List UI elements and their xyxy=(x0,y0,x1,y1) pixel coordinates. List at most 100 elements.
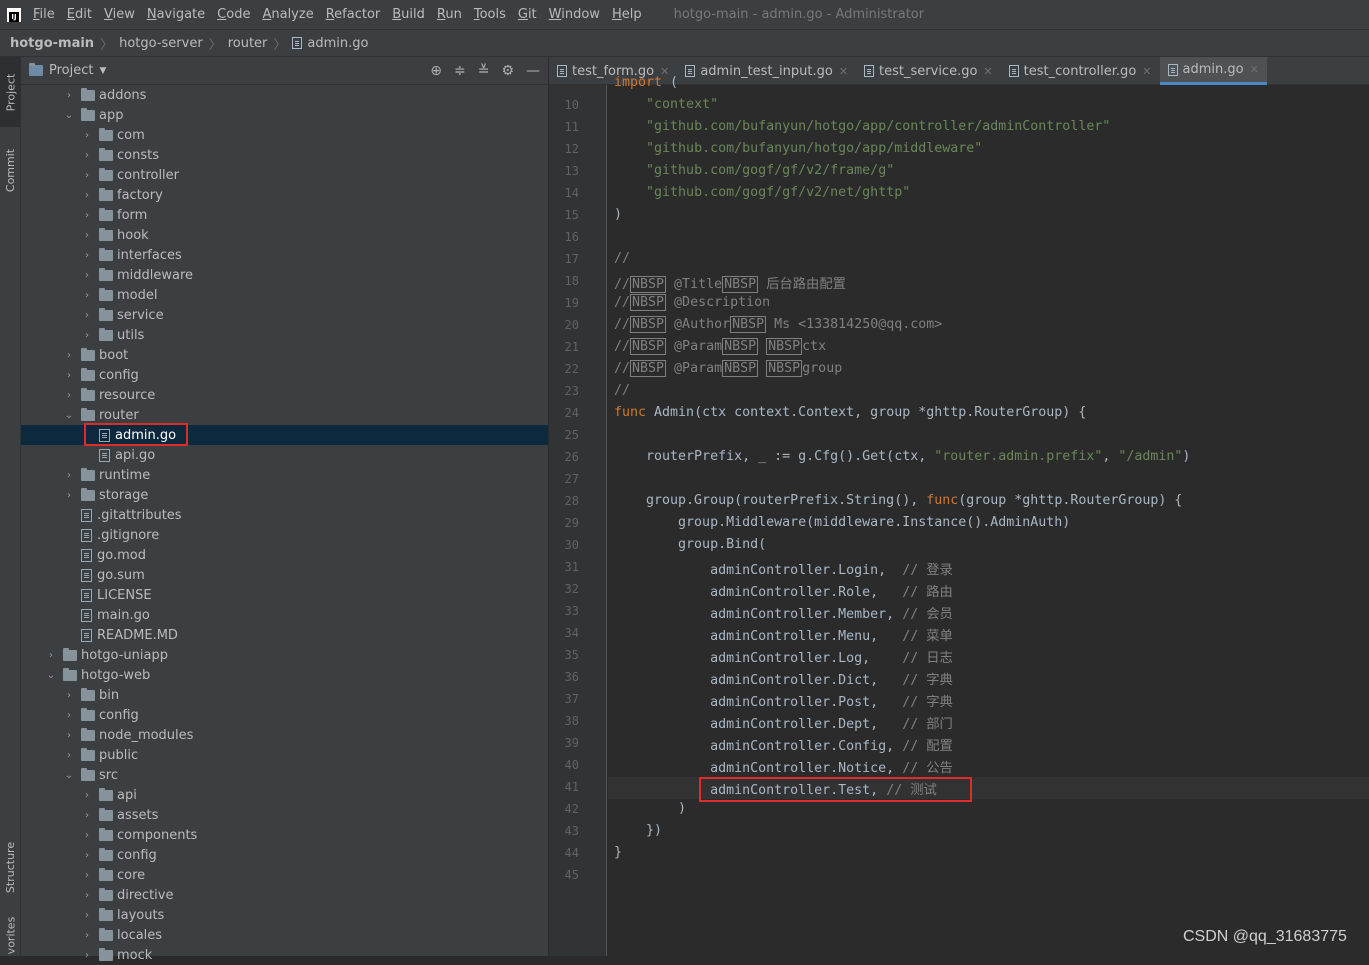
tree-item[interactable]: › hook xyxy=(21,225,548,245)
project-panel-title[interactable]: Project xyxy=(49,63,93,78)
chevron-right-icon[interactable]: › xyxy=(81,790,93,801)
chevron-right-icon[interactable]: › xyxy=(81,870,93,881)
code-line[interactable]: adminController.Login, // 登录 xyxy=(614,559,953,578)
tool-tab-project[interactable]: Project xyxy=(0,57,21,127)
code-line[interactable]: // xyxy=(614,251,630,266)
locate-icon[interactable]: ⊕ xyxy=(430,63,442,79)
tree-item[interactable]: › controller xyxy=(21,165,548,185)
menu-item-navigate[interactable]: Navigate xyxy=(141,0,211,29)
tree-item[interactable]: › node_modules xyxy=(21,725,548,745)
code-area[interactable]: import (10 "context" 11 "github.com/bufan… xyxy=(565,75,1369,956)
chevron-right-icon[interactable]: › xyxy=(81,150,93,161)
chevron-right-icon[interactable]: › xyxy=(45,650,57,661)
chevron-right-icon[interactable]: › xyxy=(81,130,93,141)
tree-item[interactable]: go.sum xyxy=(21,565,548,585)
collapse-all-icon[interactable]: ≚ xyxy=(478,63,490,79)
gear-icon[interactable]: ⚙ xyxy=(501,63,514,79)
tree-item[interactable]: › assets xyxy=(21,805,548,825)
chevron-down-icon[interactable]: ⌄ xyxy=(63,110,75,121)
editor-tab[interactable]: test_service.go ✕ xyxy=(856,57,1001,85)
chevron-right-icon[interactable]: › xyxy=(81,910,93,921)
tree-item[interactable]: ⌄ hotgo-web xyxy=(21,665,548,685)
chevron-right-icon[interactable]: › xyxy=(81,950,93,961)
code-line[interactable]: }) xyxy=(614,823,662,838)
code-line[interactable]: group.Bind( xyxy=(614,537,766,552)
tree-item[interactable]: › layouts xyxy=(21,905,548,925)
tree-item[interactable]: › mock xyxy=(21,945,548,965)
chevron-right-icon[interactable]: › xyxy=(63,370,75,381)
menu-item-git[interactable]: Git xyxy=(512,0,543,29)
tree-item[interactable]: › locales xyxy=(21,925,548,945)
breadcrumb-item-folder[interactable]: router xyxy=(228,36,268,51)
code-line[interactable]: ) xyxy=(614,801,686,816)
tree-item[interactable]: › com xyxy=(21,125,548,145)
code-line[interactable]: // xyxy=(614,383,630,398)
menu-item-refactor[interactable]: Refactor xyxy=(320,0,387,29)
code-line[interactable]: //NBSP @Param NBSP NBSP group xyxy=(614,360,842,377)
chevron-right-icon[interactable]: › xyxy=(81,270,93,281)
tree-item[interactable]: › config xyxy=(21,705,548,725)
tree-item[interactable]: › addons xyxy=(21,85,548,105)
chevron-right-icon[interactable]: › xyxy=(81,850,93,861)
editor-tab[interactable]: admin_test_input.go ✕ xyxy=(677,57,856,85)
tree-item[interactable]: .gitignore xyxy=(21,525,548,545)
chevron-right-icon[interactable]: › xyxy=(63,750,75,761)
code-line[interactable]: routerPrefix, _ := g.Cfg().Get(ctx, "rou… xyxy=(614,449,1190,464)
chevron-right-icon[interactable]: › xyxy=(63,710,75,721)
tree-item[interactable]: › interfaces xyxy=(21,245,548,265)
chevron-right-icon[interactable]: › xyxy=(63,350,75,361)
code-line[interactable]: adminController.Notice, // 公告 xyxy=(614,757,953,776)
tree-item[interactable]: › public xyxy=(21,745,548,765)
menu-item-analyze[interactable]: Analyze xyxy=(256,0,319,29)
chevron-down-icon[interactable]: ⌄ xyxy=(63,770,75,781)
tree-item[interactable]: › resource xyxy=(21,385,548,405)
close-icon[interactable]: ✕ xyxy=(1250,63,1259,76)
expand-all-icon[interactable]: ≑ xyxy=(454,63,466,79)
tool-tab-favorites[interactable]: vorites xyxy=(0,915,21,956)
chevron-right-icon[interactable]: › xyxy=(81,330,93,341)
tree-item[interactable]: › bin xyxy=(21,685,548,705)
code-line[interactable]: adminController.Dict, // 字典 xyxy=(614,669,953,688)
code-line[interactable]: adminController.Role, // 路由 xyxy=(614,581,953,600)
chevron-down-icon[interactable]: ▼ xyxy=(99,66,106,76)
chevron-right-icon[interactable]: › xyxy=(63,390,75,401)
tree-item[interactable]: › api xyxy=(21,785,548,805)
tree-item[interactable]: main.go xyxy=(21,605,548,625)
tree-item[interactable]: go.mod xyxy=(21,545,548,565)
code-line[interactable]: import ( xyxy=(614,75,678,90)
tree-item[interactable]: › runtime xyxy=(21,465,548,485)
code-line[interactable]: adminController.Config, // 配置 xyxy=(614,735,953,754)
code-line[interactable]: } xyxy=(614,845,622,860)
tree-item[interactable]: › factory xyxy=(21,185,548,205)
chevron-right-icon[interactable]: › xyxy=(63,690,75,701)
chevron-right-icon[interactable]: › xyxy=(81,230,93,241)
code-line[interactable]: //NBSP @Author NBSP Ms <133814250@qq.com> xyxy=(614,316,942,333)
chevron-right-icon[interactable]: › xyxy=(81,930,93,941)
breadcrumb-item-file[interactable]: admin.go xyxy=(307,36,368,51)
chevron-right-icon[interactable]: › xyxy=(63,470,75,481)
tree-item[interactable]: › components xyxy=(21,825,548,845)
chevron-right-icon[interactable]: › xyxy=(81,830,93,841)
code-line[interactable]: "github.com/bufanyun/hotgo/app/middlewar… xyxy=(614,141,982,156)
code-line[interactable]: adminController.Member, // 会员 xyxy=(614,603,953,622)
code-line[interactable]: "github.com/gogf/gf/v2/frame/g" xyxy=(614,163,894,178)
menu-item-code[interactable]: Code xyxy=(211,0,256,29)
code-line[interactable]: adminController.Log, // 日志 xyxy=(614,647,953,666)
breadcrumb-item-project[interactable]: hotgo-main xyxy=(10,36,94,51)
tree-item[interactable]: ⌄ src xyxy=(21,765,548,785)
tree-item[interactable]: ⌄ app xyxy=(21,105,548,125)
menu-item-run[interactable]: Run xyxy=(431,0,468,29)
menu-item-edit[interactable]: Edit xyxy=(61,0,98,29)
code-line[interactable]: "github.com/bufanyun/hotgo/app/controlle… xyxy=(614,119,1110,134)
tree-item[interactable]: › config xyxy=(21,845,548,865)
chevron-right-icon[interactable]: › xyxy=(81,190,93,201)
close-icon[interactable]: ✕ xyxy=(839,65,848,78)
tree-item[interactable]: › model xyxy=(21,285,548,305)
menu-item-file[interactable]: File xyxy=(27,0,61,29)
code-line[interactable]: //NBSP @Param NBSP NBSP ctx xyxy=(614,338,826,355)
tree-item[interactable]: › utils xyxy=(21,325,548,345)
tool-tab-commit[interactable]: Commit xyxy=(0,135,21,205)
chevron-right-icon[interactable]: › xyxy=(81,890,93,901)
code-line[interactable]: adminController.Menu, // 菜单 xyxy=(614,625,953,644)
menu-item-view[interactable]: View xyxy=(98,0,141,29)
